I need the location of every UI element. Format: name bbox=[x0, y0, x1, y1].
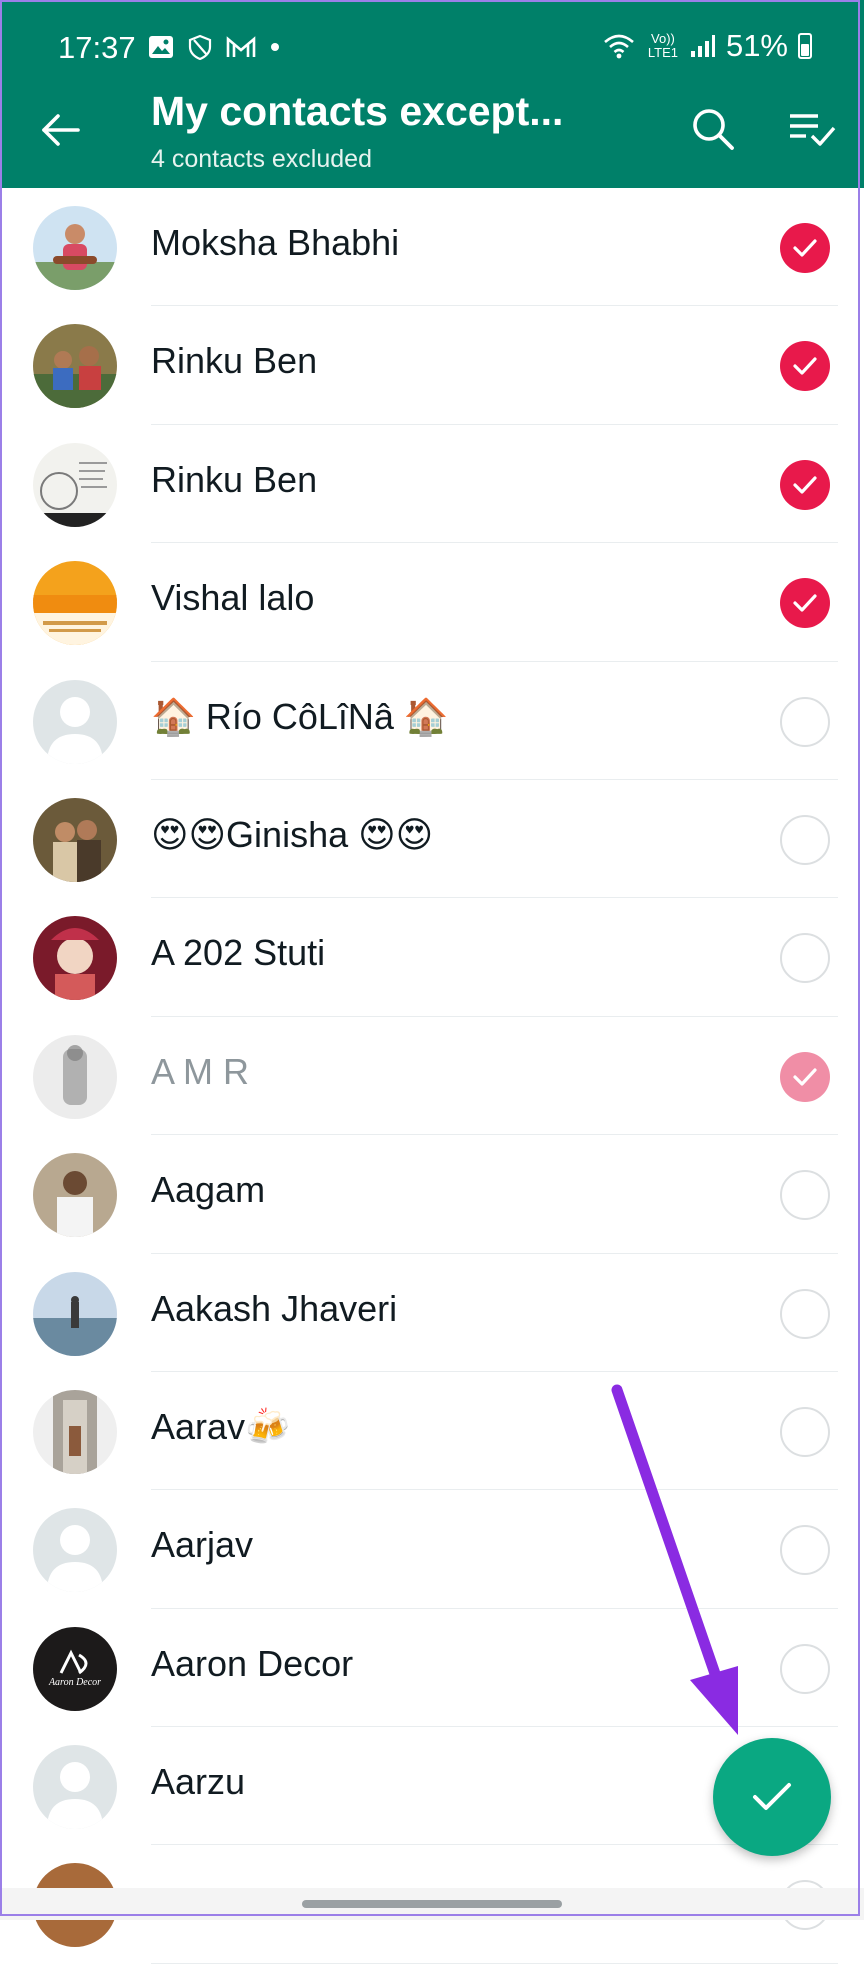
contact-name: Aakash Jhaveri bbox=[151, 1287, 398, 1329]
volte-indicator: Vo)) LTE1 bbox=[647, 31, 678, 60]
avatar bbox=[33, 1153, 117, 1238]
check-icon bbox=[793, 1068, 817, 1086]
contact-row[interactable]: A M R bbox=[0, 1017, 864, 1136]
contact-list: Moksha Bhabhi Rinku Ben Rinku Ben Vishal la… bbox=[0, 188, 864, 1964]
contact-name: Aagam bbox=[151, 1169, 266, 1211]
gesture-nav-bar bbox=[0, 1888, 864, 1920]
status-bar: 17:37 Vo)) LTE1 51% bbox=[0, 0, 864, 96]
unselected-checkbox[interactable] bbox=[780, 1170, 830, 1221]
app-bar: 17:37 Vo)) LTE1 51% My contacts except..… bbox=[0, 0, 864, 188]
contact-name: Aaron Decor bbox=[151, 1642, 354, 1684]
contact-name: Aarjav bbox=[151, 1524, 254, 1566]
check-icon bbox=[793, 357, 817, 375]
contact-name: Vishal lalo bbox=[151, 577, 315, 619]
avatar bbox=[33, 679, 117, 764]
contact-row[interactable]: Rinku Ben bbox=[0, 306, 864, 425]
avatar bbox=[33, 1508, 117, 1593]
signal-icon bbox=[690, 35, 715, 57]
contact-name: A M R bbox=[151, 1050, 250, 1092]
contact-name: Aarzu bbox=[151, 1761, 246, 1803]
avatar bbox=[33, 1034, 117, 1119]
avatar bbox=[33, 916, 117, 1001]
unselected-checkbox[interactable] bbox=[780, 1288, 830, 1339]
page-subtitle: 4 contacts excluded bbox=[151, 145, 372, 173]
unselected-checkbox[interactable] bbox=[780, 933, 830, 984]
contact-row[interactable]: 🏠 Río CôLîNâ 🏠 bbox=[0, 662, 864, 780]
contact-row[interactable]: Aagam bbox=[0, 1135, 864, 1254]
avatar bbox=[33, 1745, 117, 1830]
selected-checkmark[interactable] bbox=[780, 578, 830, 629]
contact-row[interactable]: Aarjav bbox=[0, 1490, 864, 1609]
check-icon bbox=[793, 239, 817, 257]
check-icon bbox=[793, 476, 817, 494]
check-icon bbox=[793, 594, 817, 612]
contact-name: 🏠 Río CôLîNâ 🏠 bbox=[151, 695, 449, 737]
unselected-checkbox[interactable] bbox=[780, 696, 830, 747]
contact-row[interactable]: Rinku Ben bbox=[0, 425, 864, 544]
unselected-checkbox[interactable] bbox=[780, 1406, 830, 1457]
check-icon bbox=[753, 1783, 791, 1810]
contact-name: 😍😍Ginisha 😍😍 bbox=[151, 813, 434, 855]
avatar: Aaron Decor bbox=[33, 1626, 117, 1711]
selected-checkmark[interactable] bbox=[780, 459, 830, 510]
back-arrow-icon[interactable] bbox=[36, 106, 84, 154]
contact-row[interactable]: Moksha Bhabhi bbox=[0, 188, 864, 307]
contact-row[interactable]: Aarav🍻 bbox=[0, 1372, 864, 1491]
selected-checkmark[interactable] bbox=[780, 223, 830, 273]
gallery-icon bbox=[149, 36, 173, 58]
shield-icon bbox=[188, 34, 212, 60]
unselected-checkbox[interactable] bbox=[780, 1525, 830, 1576]
contact-name: Moksha Bhabhi bbox=[151, 222, 400, 263]
notification-dot-icon bbox=[271, 43, 279, 51]
search-icon[interactable] bbox=[688, 104, 738, 154]
wifi-icon bbox=[604, 34, 634, 59]
svg-text:Aaron Decor: Aaron Decor bbox=[48, 1677, 101, 1688]
avatar bbox=[33, 797, 117, 882]
contact-row[interactable]: Aakash Jhaveri bbox=[0, 1254, 864, 1372]
unselected-checkbox[interactable] bbox=[780, 814, 830, 865]
selected-checkmark[interactable] bbox=[780, 1051, 830, 1102]
mail-icon bbox=[226, 36, 256, 57]
battery-percent: 51% bbox=[725, 28, 788, 63]
avatar bbox=[33, 561, 117, 646]
avatar bbox=[33, 206, 117, 290]
avatar bbox=[33, 324, 117, 409]
contact-row[interactable]: Aaron Decor Aaron Decor bbox=[0, 1609, 864, 1728]
contact-row[interactable]: 😍😍Ginisha 😍😍 bbox=[0, 780, 864, 899]
avatar bbox=[33, 1389, 117, 1474]
contact-row[interactable]: Vishal lalo bbox=[0, 543, 864, 662]
status-time: 17:37 bbox=[58, 30, 136, 65]
selected-checkmark[interactable] bbox=[780, 341, 830, 392]
contact-name: Rinku Ben bbox=[151, 458, 318, 500]
avatar bbox=[33, 442, 117, 527]
confirm-fab-button[interactable] bbox=[713, 1738, 831, 1856]
battery-icon bbox=[798, 33, 812, 59]
contact-name: Rinku Ben bbox=[151, 340, 318, 382]
home-handle[interactable] bbox=[302, 1900, 562, 1908]
contact-row[interactable]: A 202 Stuti bbox=[0, 898, 864, 1017]
avatar bbox=[33, 1271, 117, 1356]
contact-name: Aarav🍻 bbox=[151, 1405, 290, 1447]
page-title: My contacts except... bbox=[151, 88, 564, 134]
contact-name: A 202 Stuti bbox=[151, 932, 326, 974]
unselected-checkbox[interactable] bbox=[780, 1643, 830, 1694]
select-all-icon[interactable] bbox=[786, 108, 838, 152]
